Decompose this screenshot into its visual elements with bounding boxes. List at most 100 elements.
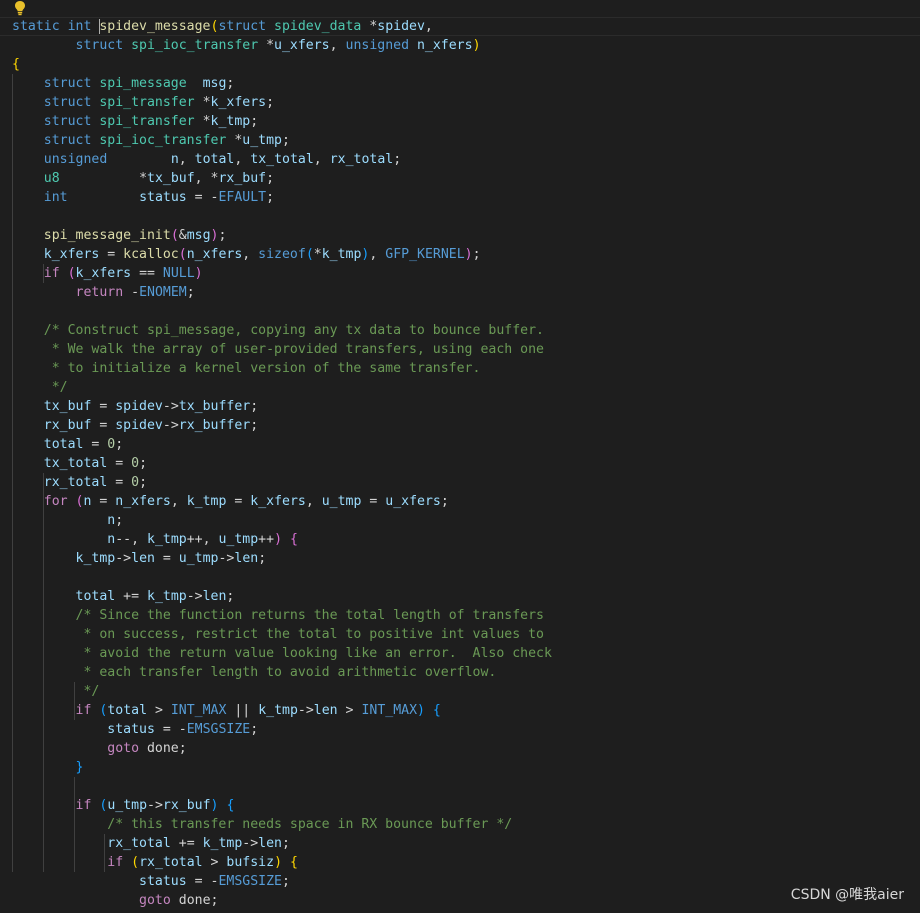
code-line[interactable]: spi_message_init(&msg); bbox=[12, 226, 920, 245]
code-line[interactable]: k_tmp->len = u_tmp->len; bbox=[12, 549, 920, 568]
code-line[interactable]: n--, k_tmp++, u_tmp++) { bbox=[12, 530, 920, 549]
code-token: { bbox=[432, 703, 441, 718]
code-token: rx_buf bbox=[43, 418, 92, 433]
code-line[interactable]: rx_buf = spidev->rx_buffer; bbox=[12, 416, 920, 435]
code-line[interactable]: struct spi_message msg; bbox=[12, 74, 920, 93]
code-line[interactable]: total += k_tmp->len; bbox=[12, 587, 920, 606]
code-token: k_tmp bbox=[186, 494, 227, 509]
code-line[interactable]: unsigned n, total, tx_total, rx_total; bbox=[12, 150, 920, 169]
code-line[interactable]: if (k_xfers == NULL) bbox=[12, 264, 920, 283]
code-token: * avoid the return value looking like an… bbox=[83, 646, 552, 661]
code-line[interactable]: status = -EMSGSIZE; bbox=[12, 720, 920, 739]
code-token: kcalloc bbox=[123, 247, 179, 262]
code-line[interactable]: */ bbox=[12, 378, 920, 397]
code-token: rx_buf bbox=[162, 798, 211, 813]
code-token: -> bbox=[115, 551, 132, 566]
code-line[interactable]: status = -EMSGSIZE; bbox=[12, 872, 920, 891]
indent-guide bbox=[12, 207, 13, 226]
code-line[interactable]: * on success, restrict the total to posi… bbox=[12, 625, 920, 644]
code-token: k_tmp bbox=[258, 703, 298, 718]
code-token: * to initialize a kernel version of the … bbox=[51, 361, 481, 376]
code-line[interactable] bbox=[12, 568, 920, 587]
code-line[interactable]: tx_total = 0; bbox=[12, 454, 920, 473]
code-line[interactable]: rx_total += k_tmp->len; bbox=[12, 834, 920, 853]
lightbulb-icon[interactable] bbox=[13, 0, 27, 16]
code-token: , bbox=[313, 152, 330, 167]
code-token: = bbox=[226, 494, 251, 509]
watermark: CSDN @唯我aier bbox=[790, 887, 904, 903]
code-token: u_tmp bbox=[321, 494, 362, 509]
code-token: if bbox=[75, 703, 100, 718]
code-line[interactable]: /* Construct spi_message, copying any tx… bbox=[12, 321, 920, 340]
code-token: k_tmp bbox=[147, 532, 187, 547]
code-line[interactable]: int status = -EFAULT; bbox=[12, 188, 920, 207]
code-token: & bbox=[178, 228, 187, 243]
code-line[interactable]: { bbox=[12, 55, 920, 74]
code-token: > bbox=[147, 703, 171, 718]
code-line[interactable]: * We walk the array of user-provided tra… bbox=[12, 340, 920, 359]
code-token: status bbox=[139, 190, 187, 205]
code-token: total bbox=[43, 437, 84, 452]
code-token: spidev_data bbox=[274, 19, 370, 34]
code-token: if bbox=[43, 266, 68, 281]
code-token: ; bbox=[258, 551, 267, 566]
code-token: len bbox=[202, 589, 227, 604]
code-line[interactable]: /* Since the function returns the total … bbox=[12, 606, 920, 625]
code-line[interactable]: } bbox=[12, 758, 920, 777]
code-token: = bbox=[99, 247, 124, 262]
code-token: ( bbox=[178, 247, 187, 262]
code-line[interactable]: if (rx_total > bufsiz) { bbox=[12, 853, 920, 872]
code-line[interactable]: n; bbox=[12, 511, 920, 530]
code-line[interactable]: struct spi_transfer *k_tmp; bbox=[12, 112, 920, 131]
code-line[interactable]: * avoid the return value looking like an… bbox=[12, 644, 920, 663]
code-token: u_tmp bbox=[107, 798, 148, 813]
code-line[interactable]: struct spi_ioc_transfer *u_xfers, unsign… bbox=[12, 36, 920, 55]
code-token: -> bbox=[218, 551, 235, 566]
code-token: , * bbox=[194, 171, 219, 186]
code-token: k_tmp bbox=[321, 247, 362, 262]
code-token: */ bbox=[51, 380, 68, 395]
code-line[interactable]: for (n = n_xfers, k_tmp = k_xfers, u_tmp… bbox=[12, 492, 920, 511]
code-line[interactable] bbox=[12, 777, 920, 796]
code-token: total bbox=[107, 703, 148, 718]
code-line[interactable]: /* this transfer needs space in RX bounc… bbox=[12, 815, 920, 834]
code-line[interactable]: goto done; bbox=[12, 739, 920, 758]
code-line[interactable]: tx_buf = spidev->tx_buffer; bbox=[12, 397, 920, 416]
code-line[interactable]: return -ENOMEM; bbox=[12, 283, 920, 302]
code-token: rx_total bbox=[329, 152, 394, 167]
code-token: rx_total bbox=[43, 475, 108, 490]
code-line[interactable]: struct spi_ioc_transfer *u_tmp; bbox=[12, 131, 920, 150]
code-line[interactable]: */ bbox=[12, 682, 920, 701]
code-line[interactable]: static int spidev_message(struct spidev_… bbox=[0, 17, 920, 36]
code-token: = bbox=[91, 418, 116, 433]
code-token: u_tmp bbox=[218, 532, 259, 547]
code-line[interactable]: struct spi_transfer *k_xfers; bbox=[12, 93, 920, 112]
code-token: k_tmp bbox=[210, 114, 251, 129]
code-line[interactable]: goto done; bbox=[12, 891, 920, 910]
code-line[interactable]: u8 *tx_buf, *rx_buf; bbox=[12, 169, 920, 188]
code-line[interactable]: if (u_tmp->rx_buf) { bbox=[12, 796, 920, 815]
code-line[interactable]: k_xfers = kcalloc(n_xfers, sizeof(*k_tmp… bbox=[12, 245, 920, 264]
code-line[interactable]: rx_total = 0; bbox=[12, 473, 920, 492]
code-editor[interactable]: static int spidev_message (struct spidev_… bbox=[0, 0, 920, 913]
code-token: k_xfers bbox=[210, 95, 267, 110]
code-line[interactable]: total = 0; bbox=[12, 435, 920, 454]
code-token: || bbox=[226, 703, 259, 718]
code-line[interactable]: * to initialize a kernel version of the … bbox=[12, 359, 920, 378]
code-token: ; bbox=[440, 494, 449, 509]
code-lines[interactable]: static int spidev_message (struct spidev_… bbox=[0, 17, 920, 910]
code-token: ) bbox=[417, 703, 425, 718]
code-line[interactable] bbox=[12, 302, 920, 321]
code-token: if bbox=[75, 798, 100, 813]
code-token: ; bbox=[281, 874, 290, 889]
code-line[interactable] bbox=[12, 207, 920, 226]
code-line[interactable]: if (total > INT_MAX || k_tmp->len > INT_… bbox=[12, 701, 920, 720]
code-line[interactable]: * each transfer length to avoid arithmet… bbox=[12, 663, 920, 682]
